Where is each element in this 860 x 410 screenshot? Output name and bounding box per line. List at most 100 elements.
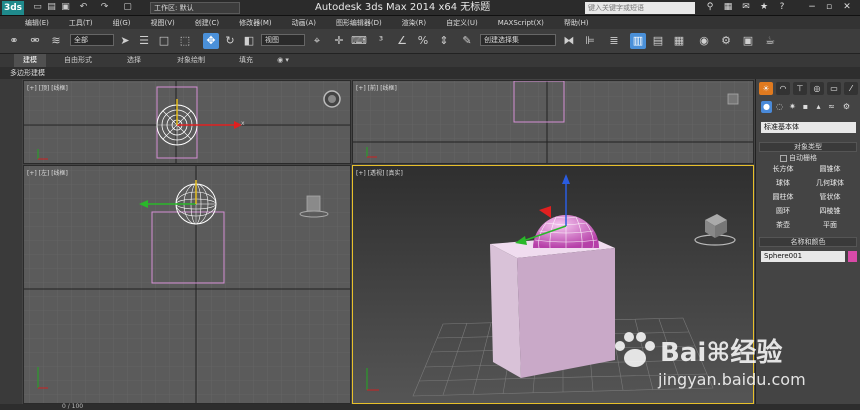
save-icon[interactable]: ▣ [60, 2, 71, 13]
object-type-rollout-header[interactable]: 对象类型 [759, 142, 857, 152]
tube-button[interactable]: 管状体 [808, 192, 852, 203]
favorites-icon[interactable]: ★ [757, 1, 771, 14]
utilities-tab-icon[interactable]: ⁄ [844, 82, 858, 95]
viewport-left[interactable]: [+] [左] [线框] [23, 165, 351, 404]
primitive-category-dropdown[interactable]: 标准基本体 [761, 122, 856, 133]
menu-help[interactable]: 帮助(H) [564, 18, 589, 28]
viewport-perspective-label[interactable]: [+] [透视] [真实] [356, 168, 403, 177]
viewport-front[interactable]: [+] [前] [线框] [352, 80, 754, 164]
create-tab-icon[interactable]: ☀ [759, 82, 773, 95]
render-setup-icon[interactable]: ⚙ [718, 33, 734, 49]
communication-center-icon[interactable]: ✉ [739, 1, 753, 14]
subscription-icon[interactable]: ▦ [721, 1, 735, 14]
keyboard-shortcut-override-icon[interactable]: ⌨ [351, 33, 367, 49]
binoculars-icon[interactable]: ⚲ [703, 1, 717, 14]
hierarchy-tab-icon[interactable]: ⊤ [793, 82, 807, 95]
menu-modifiers[interactable]: 修改器(M) [239, 18, 272, 28]
tab-freeform[interactable]: 自由形式 [55, 54, 101, 67]
layer-manager-icon[interactable]: ≣ [606, 33, 622, 49]
restore-icon[interactable]: ▫ [822, 1, 836, 14]
tab-object-paint[interactable]: 对象绘制 [166, 54, 216, 67]
align-icon[interactable]: ⊫ [582, 33, 598, 49]
new-file-icon[interactable]: ▭ [32, 2, 43, 13]
menu-graph-editors[interactable]: 图形编辑器(D) [336, 18, 382, 28]
select-object-icon[interactable]: ➤ [117, 33, 133, 49]
helpers-icon[interactable]: ▴ [813, 101, 824, 113]
cone-button[interactable]: 圆锥体 [808, 164, 852, 175]
percent-snap-icon[interactable]: % [415, 33, 431, 49]
material-editor-icon[interactable]: ◉ [696, 33, 712, 49]
display-tab-icon[interactable]: ▭ [827, 82, 841, 95]
render-production-icon[interactable]: ☕ [762, 33, 778, 49]
plane-button[interactable]: 平面 [808, 220, 852, 231]
tab-selection[interactable]: 选择 [115, 54, 153, 67]
cylinder-button[interactable]: 圆柱体 [761, 192, 805, 203]
undo-icon[interactable]: ↶ [78, 2, 89, 13]
window-crossing-icon[interactable]: ⬚ [177, 33, 193, 49]
select-by-name-icon[interactable]: ☰ [136, 33, 152, 49]
schematic-view-icon[interactable]: ▦ [671, 33, 687, 49]
menu-views[interactable]: 视图(V) [151, 18, 175, 28]
systems-icon[interactable]: ⚙ [841, 101, 852, 113]
ribbon-options-icon[interactable]: ◉ ▾ [268, 54, 298, 67]
rotate-icon[interactable]: ↻ [222, 33, 238, 49]
bind-space-warp-icon[interactable]: ≋ [48, 33, 64, 49]
viewport-front-label[interactable]: [+] [前] [线框] [356, 83, 397, 92]
menu-group[interactable]: 组(G) [113, 18, 131, 28]
menu-animation[interactable]: 动画(A) [292, 18, 316, 28]
scale-icon[interactable]: ◧ [241, 33, 257, 49]
graphite-modeling-tools-icon[interactable]: ▥ [630, 33, 646, 49]
geometry-icon[interactable]: ● [761, 101, 772, 113]
curve-editor-icon[interactable]: ▤ [650, 33, 666, 49]
modify-tab-icon[interactable]: ◠ [776, 82, 790, 95]
edit-named-selection-icon[interactable]: ✎ [459, 33, 475, 49]
named-selection-dropdown[interactable]: 创建选择集 [480, 34, 556, 46]
rectangular-selection-icon[interactable]: □ [156, 33, 172, 49]
teapot-button[interactable]: 茶壶 [761, 220, 805, 231]
reference-coordinate-dropdown[interactable]: 视图 [261, 34, 305, 46]
tab-modeling[interactable]: 建模 [14, 54, 46, 67]
box-button[interactable]: 长方体 [761, 164, 805, 175]
motion-tab-icon[interactable]: ◎ [810, 82, 824, 95]
snaps-toggle-icon[interactable]: ³ [373, 33, 389, 49]
name-and-color-rollout-header[interactable]: 名称和颜色 [759, 237, 857, 247]
menu-edit[interactable]: 编辑(E) [25, 18, 49, 28]
pyramid-button[interactable]: 四棱锥 [808, 206, 852, 217]
menu-maxscript[interactable]: MAXScript(X) [498, 19, 544, 27]
minimize-icon[interactable]: − [805, 1, 819, 14]
box-object[interactable] [490, 236, 615, 378]
object-color-swatch[interactable] [848, 251, 857, 262]
cameras-icon[interactable]: ▪ [800, 101, 811, 113]
select-manipulate-icon[interactable]: ✛ [331, 33, 347, 49]
timeline-bar[interactable] [0, 404, 860, 410]
selection-filter-dropdown[interactable]: 全部 [70, 34, 114, 46]
pivot-center-icon[interactable]: ⌖ [309, 33, 325, 49]
project-folder-icon[interactable]: ▢ [122, 2, 133, 13]
menu-rendering[interactable]: 渲染(R) [402, 18, 426, 28]
rendered-frame-window-icon[interactable]: ▣ [740, 33, 756, 49]
spinner-snap-icon[interactable]: ⇕ [436, 33, 452, 49]
lights-icon[interactable]: ✷ [787, 101, 798, 113]
workspace-dropdown[interactable]: 工作区: 默认 [150, 2, 240, 14]
select-link-icon[interactable]: ⚭ [6, 33, 22, 49]
menu-customize[interactable]: 自定义(U) [446, 18, 478, 28]
angle-snap-icon[interactable]: ∠ [394, 33, 410, 49]
viewport-top-label[interactable]: [+] [顶] [线框] [27, 83, 68, 92]
polygon-modeling-label[interactable]: 多边形建模 [10, 67, 45, 79]
open-file-icon[interactable]: ▤ [46, 2, 57, 13]
close-icon[interactable]: ✕ [840, 1, 854, 14]
object-name-field[interactable]: Sphere001 [761, 251, 845, 262]
menu-create[interactable]: 创建(C) [195, 18, 219, 28]
mirror-icon[interactable]: ⧓ [561, 33, 577, 49]
space-warps-icon[interactable]: ≈ [826, 101, 837, 113]
help-icon[interactable]: ? [775, 1, 789, 14]
torus-button[interactable]: 圆环 [761, 206, 805, 217]
app-logo[interactable]: 3ds [2, 1, 24, 15]
move-icon[interactable]: ✥ [203, 33, 219, 49]
shapes-icon[interactable]: ◌ [774, 101, 785, 113]
help-search-input[interactable]: 键入关键字或短语 [585, 2, 695, 14]
geosphere-button[interactable]: 几何球体 [808, 178, 852, 189]
autogrid-checkbox[interactable]: 自动栅格 [780, 153, 817, 163]
viewport-left-label[interactable]: [+] [左] [线框] [27, 168, 68, 177]
unlink-icon[interactable]: ⚮ [27, 33, 43, 49]
